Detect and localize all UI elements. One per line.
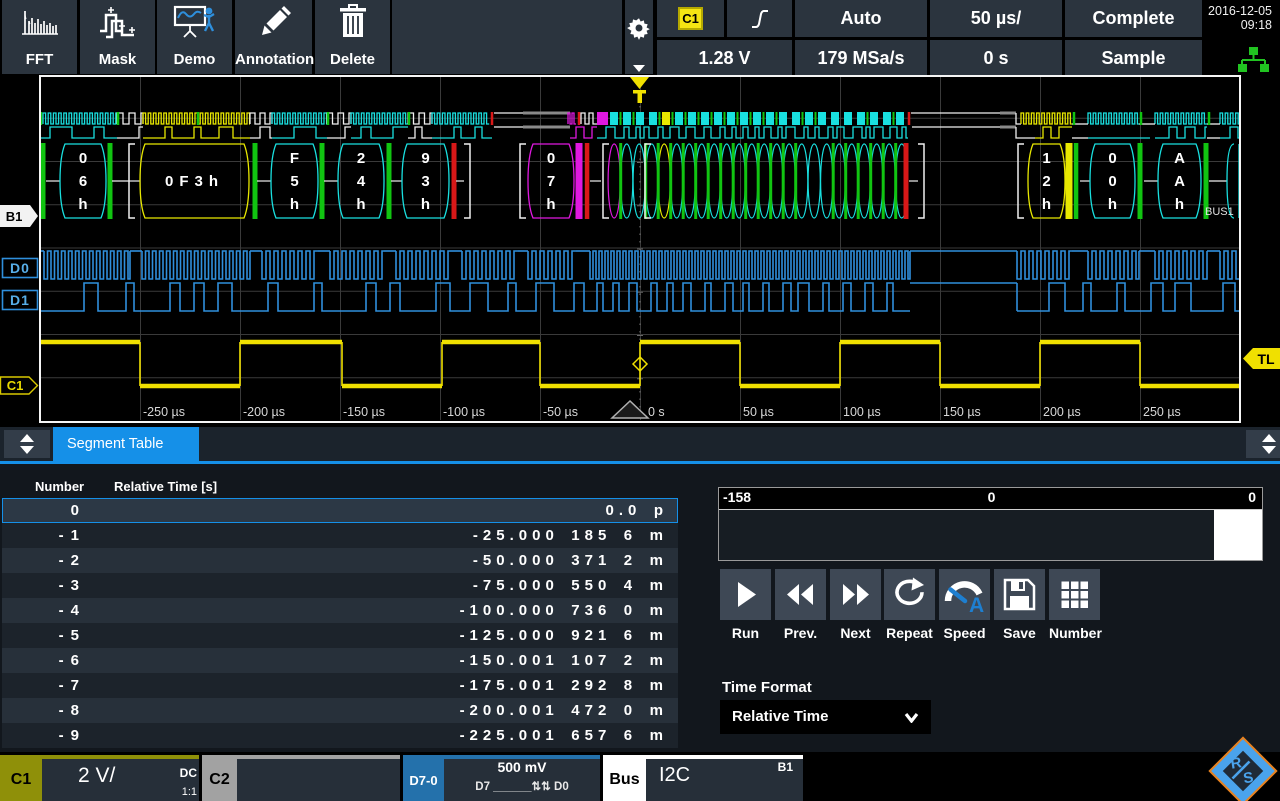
svg-text:5: 5: [290, 173, 298, 190]
svg-text:h: h: [78, 196, 87, 213]
svg-text:0: 0: [1108, 173, 1116, 190]
svg-text:A: A: [1174, 150, 1185, 167]
svg-text:h: h: [546, 196, 555, 213]
svg-text:100 µs: 100 µs: [843, 405, 881, 419]
svg-text:-50 µs: -50 µs: [543, 405, 578, 419]
svg-text:h: h: [356, 196, 365, 213]
svg-text:-100 µs: -100 µs: [443, 405, 485, 419]
svg-text:150 µs: 150 µs: [943, 405, 981, 419]
svg-text:C1: C1: [7, 378, 24, 393]
svg-text:h: h: [421, 196, 430, 213]
svg-text:0: 0: [1108, 150, 1116, 167]
svg-text:h: h: [1175, 196, 1184, 213]
svg-text:h: h: [1042, 196, 1051, 213]
svg-text:0F3h: 0F3h: [165, 173, 224, 190]
svg-text:-250 µs: -250 µs: [143, 405, 185, 419]
svg-text:D0: D0: [10, 260, 30, 276]
svg-text:D1: D1: [10, 292, 30, 308]
svg-text:2: 2: [1042, 173, 1050, 190]
svg-text:9: 9: [421, 150, 429, 167]
svg-text:1: 1: [1042, 150, 1050, 167]
svg-text:TL: TL: [1257, 351, 1275, 367]
svg-text:50 µs: 50 µs: [743, 405, 774, 419]
svg-text:0 s: 0 s: [648, 405, 665, 419]
svg-text:250 µs: 250 µs: [1143, 405, 1181, 419]
svg-text:6: 6: [79, 173, 87, 190]
svg-text:7: 7: [547, 173, 555, 190]
svg-text:-150 µs: -150 µs: [343, 405, 385, 419]
svg-text:4: 4: [357, 173, 366, 190]
svg-text:BUS1: BUS1: [1205, 206, 1234, 218]
svg-text:A: A: [969, 594, 984, 617]
svg-text:A: A: [1174, 173, 1185, 190]
svg-text:B1: B1: [6, 209, 23, 224]
svg-text:3: 3: [421, 173, 429, 190]
svg-text:h: h: [1108, 196, 1117, 213]
svg-text:-200 µs: -200 µs: [243, 405, 285, 419]
svg-text:0: 0: [547, 150, 555, 167]
svg-text:2: 2: [357, 150, 365, 167]
svg-text:200 µs: 200 µs: [1043, 405, 1081, 419]
svg-text:h: h: [290, 196, 299, 213]
svg-text:0: 0: [79, 150, 87, 167]
svg-text:F: F: [290, 150, 299, 167]
